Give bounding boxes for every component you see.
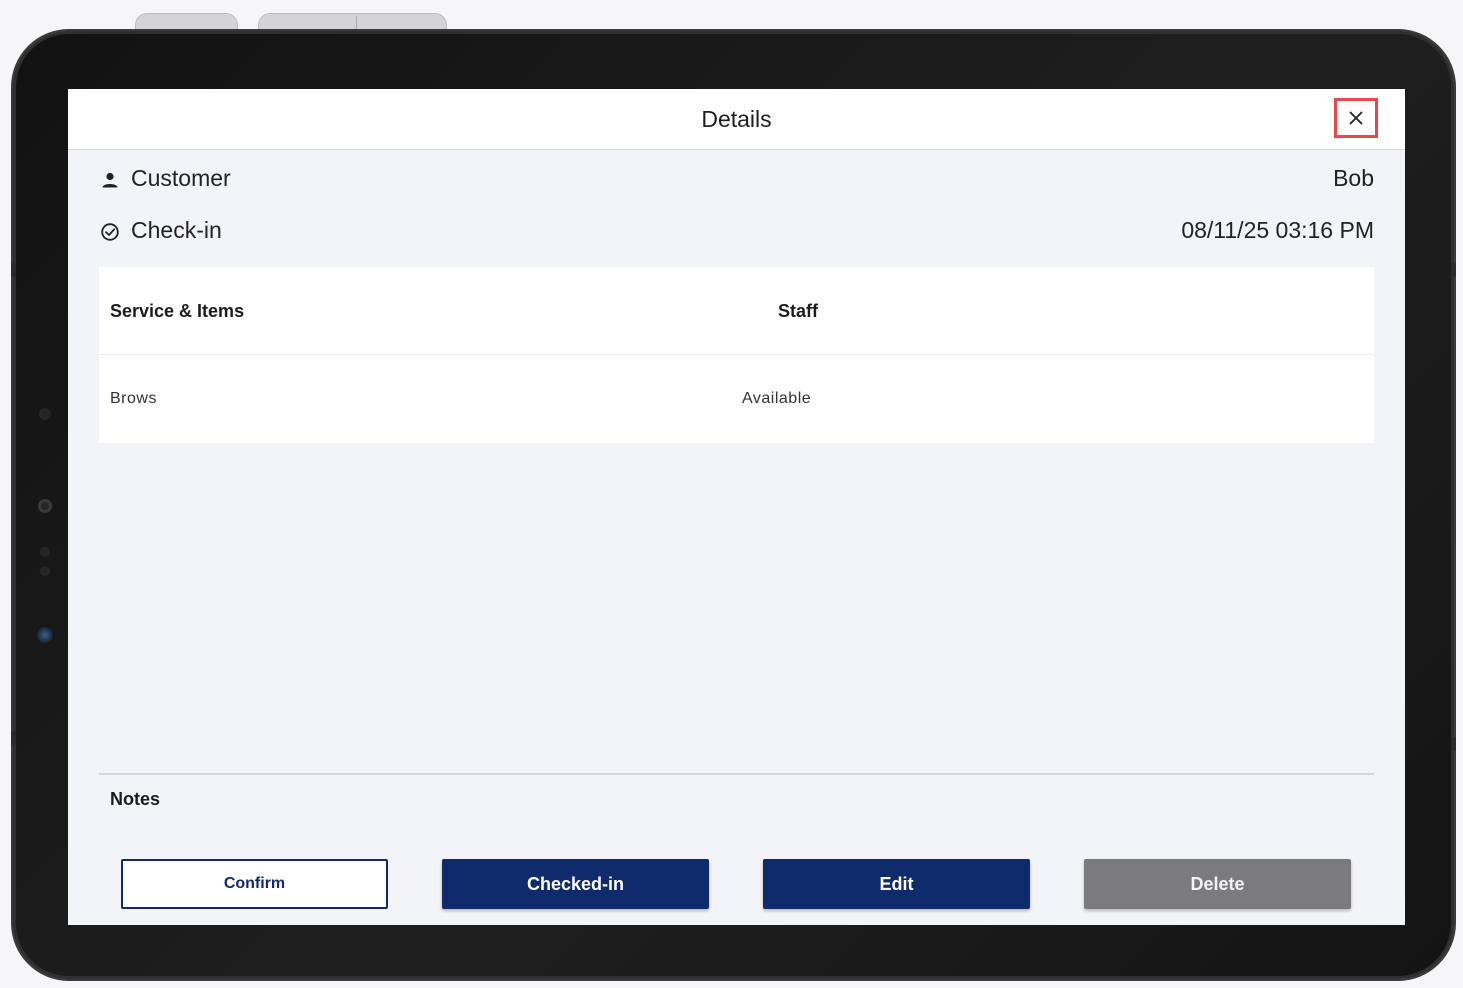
check-circle-icon xyxy=(101,223,119,241)
page-title: Details xyxy=(701,106,772,132)
side-button xyxy=(11,263,16,277)
checkin-time: 08/11/25 03:16 PM xyxy=(1181,217,1374,243)
column-header-staff: Staff xyxy=(778,301,818,321)
table-header: Service & Items Staff xyxy=(99,267,1374,355)
close-icon xyxy=(1349,111,1363,125)
delete-button[interactable]: Delete xyxy=(1084,859,1351,909)
confirm-button[interactable]: Confirm xyxy=(121,859,388,909)
sensor-dot xyxy=(39,408,51,420)
camera-lens xyxy=(37,627,53,643)
services-table: Service & Items Staff Brows Available xyxy=(99,267,1374,443)
notes-divider xyxy=(99,773,1374,775)
customer-name: Bob xyxy=(1333,165,1374,191)
checkin-row: Check-in 08/11/25 03:16 PM xyxy=(99,215,1374,249)
customer-row: Customer Bob xyxy=(99,163,1374,197)
side-button xyxy=(1451,263,1456,277)
sensor-ring xyxy=(38,499,52,513)
notes-label: Notes xyxy=(110,789,161,809)
details-header: Details xyxy=(68,89,1405,150)
side-button xyxy=(11,731,16,745)
staff-cell: Available xyxy=(742,390,812,407)
sensor-dot xyxy=(40,547,50,557)
close-button[interactable] xyxy=(1334,98,1378,138)
table-row[interactable]: Brows Available xyxy=(99,355,1374,443)
column-header-service: Service & Items xyxy=(110,301,245,321)
person-icon xyxy=(102,172,118,188)
customer-label: Customer xyxy=(131,165,231,191)
sensor-dot xyxy=(40,566,50,576)
edit-button[interactable]: Edit xyxy=(763,859,1030,909)
checkin-label: Check-in xyxy=(131,217,222,243)
side-button xyxy=(1451,737,1456,751)
service-cell: Brows xyxy=(110,390,157,407)
details-screen: Details Customer Bob Check-in 08/11/25 0… xyxy=(68,89,1405,925)
checked-in-button[interactable]: Checked-in xyxy=(442,859,709,909)
